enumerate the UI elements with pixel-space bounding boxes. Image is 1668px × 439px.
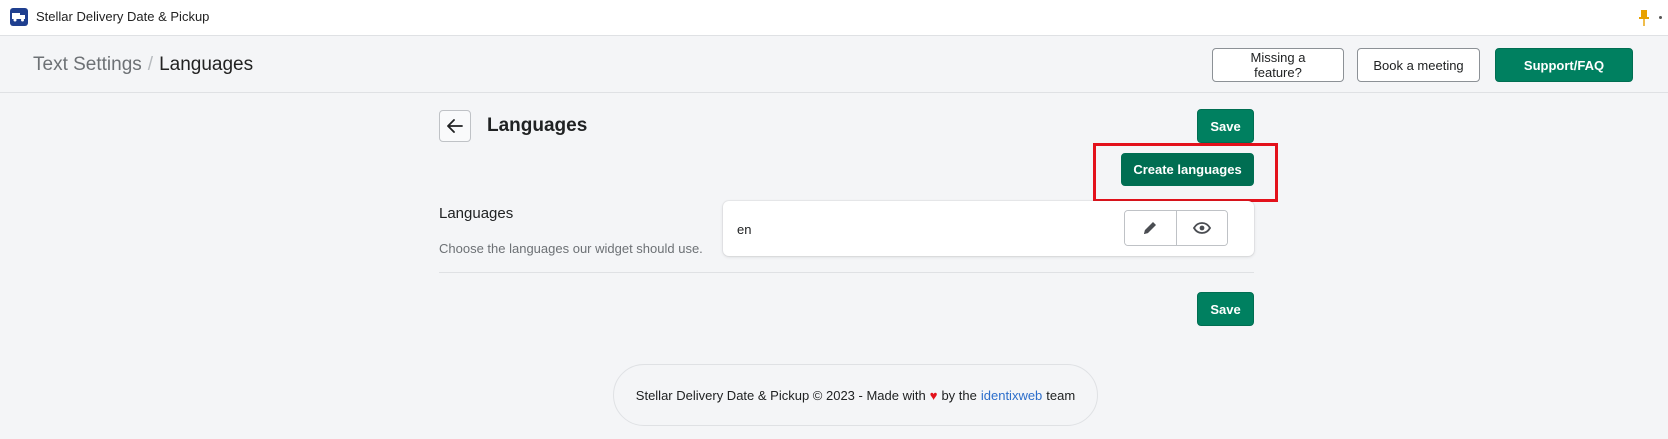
missing-feature-button[interactable]: Missing a feature?: [1212, 48, 1344, 82]
pencil-icon: [1144, 222, 1157, 234]
language-actions: [1124, 210, 1228, 246]
breadcrumb: Text Settings / Languages: [33, 54, 253, 76]
app-logo-icon: [10, 8, 28, 26]
section-divider: [439, 272, 1254, 273]
create-languages-button[interactable]: Create languages: [1121, 153, 1254, 186]
footer-team-text: team: [1046, 387, 1076, 403]
language-card: en: [723, 201, 1254, 256]
save-button-bottom[interactable]: Save: [1197, 292, 1254, 326]
save-button-top[interactable]: Save: [1197, 109, 1254, 143]
heart-icon: ♥: [929, 387, 938, 403]
page-header: Text Settings / Languages Missing a featur…: [0, 37, 1668, 93]
breadcrumb-separator: /: [147, 54, 154, 75]
eye-icon: [1192, 222, 1211, 234]
breadcrumb-parent[interactable]: Text Settings: [33, 54, 142, 75]
footer-text: Stellar Delivery Date & Pickup © 2023 - …: [635, 387, 926, 403]
page-title: Languages: [487, 115, 588, 136]
support-faq-button[interactable]: Support/FAQ: [1495, 48, 1633, 82]
footer-by-text: by the: [941, 387, 977, 403]
app-titlebar: Stellar Delivery Date & Pickup: [0, 0, 1668, 36]
section-description: Choose the languages our widget should u…: [439, 241, 703, 256]
book-meeting-button[interactable]: Book a meeting: [1357, 48, 1480, 82]
section-title: Languages: [439, 205, 514, 222]
pin-icon[interactable]: [1638, 10, 1650, 26]
edit-language-button[interactable]: [1125, 211, 1176, 245]
breadcrumb-current: Languages: [159, 54, 254, 75]
arrow-left-icon: [447, 119, 463, 133]
footer: Stellar Delivery Date & Pickup © 2023 - …: [613, 364, 1098, 426]
language-code: en: [737, 222, 752, 237]
preview-language-button[interactable]: [1175, 211, 1227, 245]
identixweb-link[interactable]: identixweb: [981, 388, 1042, 403]
more-options-icon[interactable]: [1659, 16, 1662, 19]
back-button[interactable]: [439, 110, 471, 142]
app-title: Stellar Delivery Date & Pickup: [36, 9, 210, 24]
